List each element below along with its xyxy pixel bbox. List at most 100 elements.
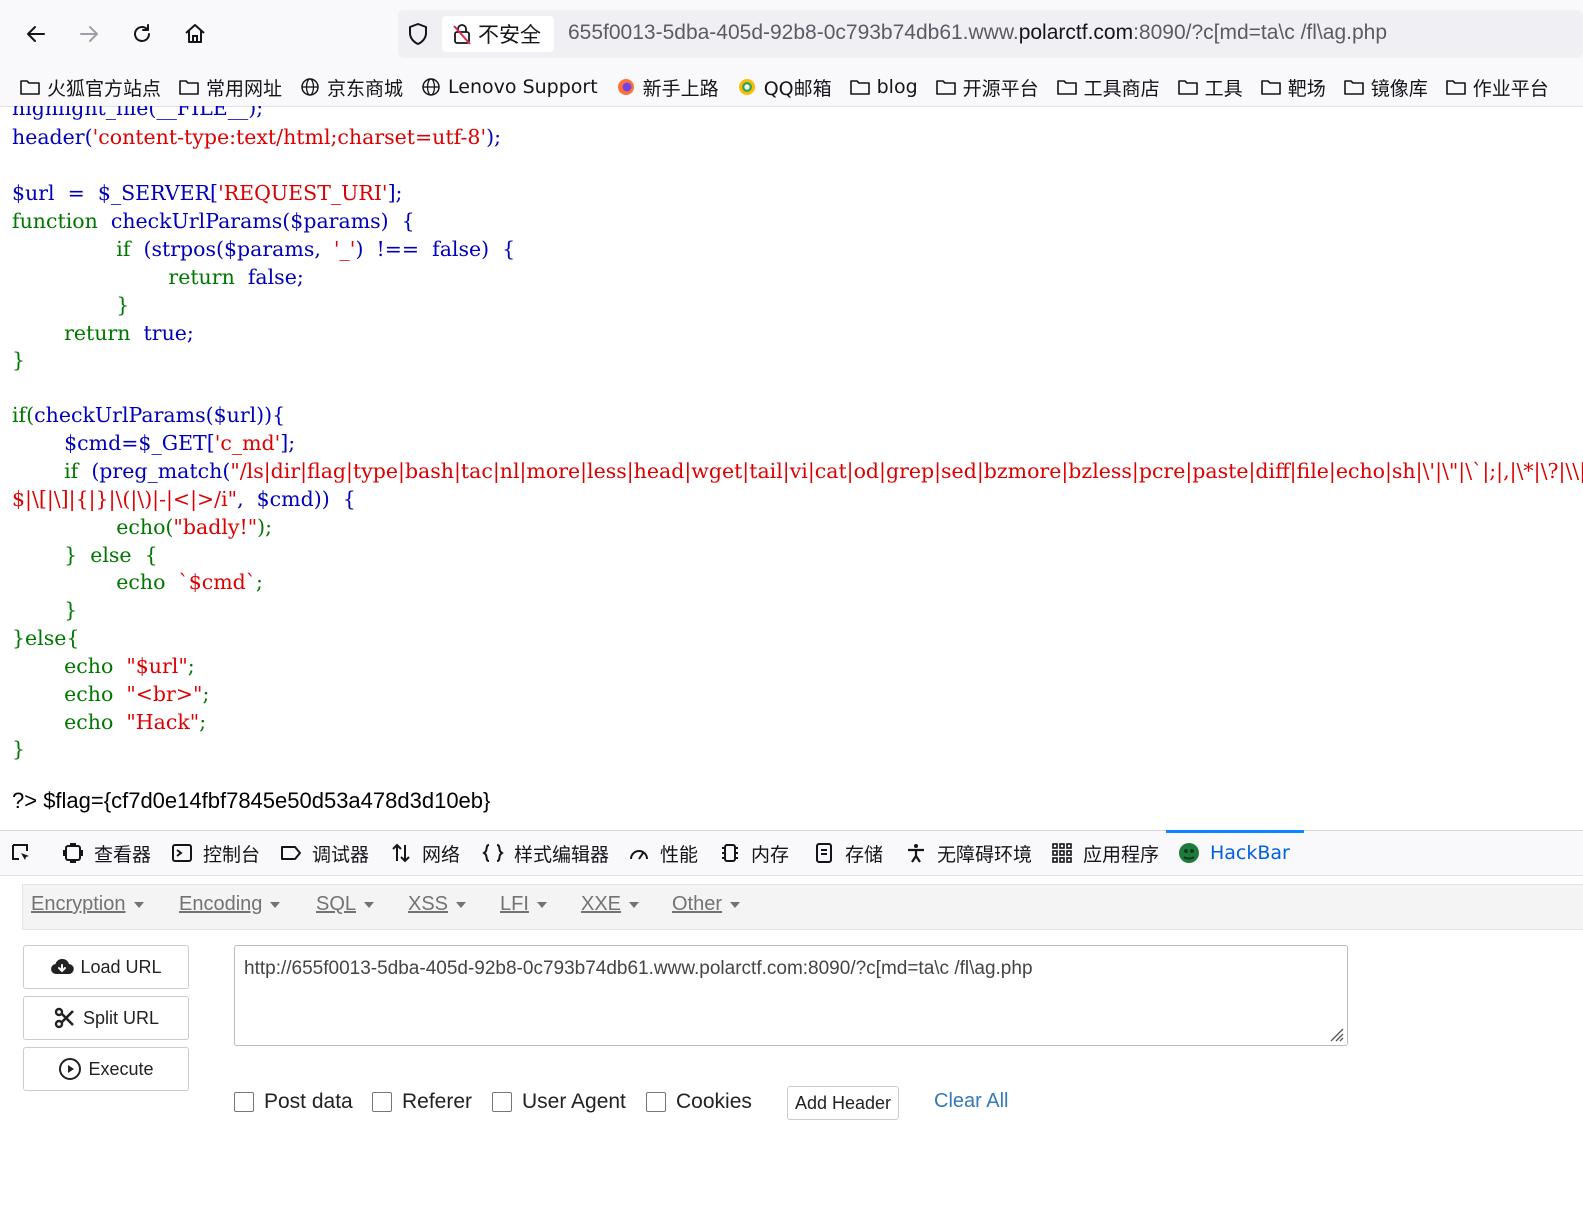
- devtools-tab[interactable]: HackBar: [1166, 830, 1304, 875]
- forward-button[interactable]: [69, 14, 109, 54]
- folder-icon: [20, 80, 40, 95]
- forward-arrow-icon: [80, 26, 98, 42]
- load-url-button[interactable]: Load URL: [23, 945, 189, 989]
- code-line: }: [12, 293, 130, 317]
- devtools-tab[interactable]: 控制台: [171, 831, 260, 875]
- back-button[interactable]: [16, 14, 56, 54]
- folder-icon: [849, 80, 870, 95]
- element-picker-button[interactable]: [10, 831, 42, 875]
- back-arrow-icon: [27, 26, 45, 42]
- devtools-tab[interactable]: 性能: [628, 831, 698, 875]
- post-data-checkbox[interactable]: Post data: [234, 1090, 353, 1114]
- bookmark-item[interactable]: 靶场: [1260, 74, 1326, 101]
- user-agent-checkbox[interactable]: User Agent: [492, 1090, 626, 1114]
- home-button[interactable]: [175, 14, 215, 54]
- devtools-tab-label: 存储: [845, 843, 884, 866]
- bookmark-label: 京东商城: [327, 77, 404, 100]
- bookmark-label: Lenovo Support: [448, 76, 598, 98]
- bookmark-item[interactable]: 镜像库: [1343, 74, 1428, 101]
- code-line: $url = $_SERVER['REQUEST_URI'];: [12, 181, 403, 205]
- clear-all-link[interactable]: Clear All: [934, 1090, 1008, 1113]
- devtools-tab-label: HackBar: [1210, 842, 1290, 864]
- bookmark-item[interactable]: 开源平台: [935, 74, 1039, 101]
- bookmark-item[interactable]: 新手上路: [616, 74, 719, 101]
- add-header-button[interactable]: Add Header: [787, 1086, 899, 1120]
- devtools-tab[interactable]: 调试器: [280, 831, 369, 875]
- storage-icon: [816, 843, 832, 863]
- hackbar-menu-item[interactable]: SQL: [316, 893, 375, 916]
- bookmark-label: 常用网址: [206, 77, 283, 100]
- bookmark-item[interactable]: 常用网址: [179, 74, 282, 101]
- devtools-tab[interactable]: 应用程序: [1051, 831, 1159, 875]
- load-url-label: Load URL: [80, 956, 162, 977]
- chevron-down-icon: [133, 901, 144, 908]
- debugger-icon: [281, 846, 301, 860]
- application-icon: [1052, 843, 1072, 863]
- url-prefix: 655f0013-5dba-405d-92b8-0c793b74db61.www…: [568, 21, 1019, 44]
- referer-checkbox[interactable]: Referer: [372, 1090, 472, 1114]
- resize-grip-icon[interactable]: [1326, 1024, 1344, 1042]
- checkbox-box[interactable]: [492, 1092, 512, 1112]
- bookmark-item[interactable]: 工具: [1177, 74, 1243, 101]
- flag-output: ?> $flag={cf7d0e14fbf7845e50d53a478d3d10…: [12, 788, 491, 813]
- url-domain: polarctf.com: [1018, 21, 1134, 44]
- cookies-checkbox[interactable]: Cookies: [646, 1090, 752, 1114]
- hackbar-menu-item[interactable]: Other: [672, 893, 741, 916]
- reload-button[interactable]: [122, 14, 162, 54]
- url-text[interactable]: 655f0013-5dba-405d-92b8-0c793b74db61.www…: [568, 21, 1387, 45]
- hackbar-menu-item[interactable]: LFI: [500, 893, 547, 916]
- bookmark-item[interactable]: 工具商店: [1056, 74, 1160, 101]
- devtools-tab[interactable]: 查看器: [62, 831, 151, 875]
- devtools-tab-label: 调试器: [312, 843, 370, 866]
- hackbar-menu-item[interactable]: XXE: [581, 893, 640, 916]
- devtools-tab[interactable]: 内存: [719, 831, 789, 875]
- code-line: }: [12, 598, 78, 622]
- bookmark-item[interactable]: 京东商城: [300, 74, 403, 101]
- bookmark-label: 作业平台: [1472, 77, 1549, 100]
- folder-icon: [1445, 80, 1466, 95]
- code-line: } else {: [12, 543, 158, 567]
- hackbar-url-input[interactable]: [234, 945, 1348, 1046]
- hackbar-menu: Encryption Encoding SQL XSS LFI XXE Other: [22, 884, 1583, 930]
- post-data-label: Post data: [264, 1090, 353, 1113]
- code-line: echo "Hack";: [12, 710, 207, 734]
- hackbar-menu-item[interactable]: Encryption: [31, 893, 144, 916]
- devtools-tab-label: 网络: [422, 843, 461, 866]
- bookmark-item[interactable]: Lenovo Support: [421, 76, 598, 98]
- bookmark-item[interactable]: 火狐官方站点: [20, 74, 161, 101]
- hackbar-menu-item[interactable]: XSS: [408, 893, 467, 916]
- code-line: highlight_file(__FILE__);: [12, 106, 264, 120]
- hackbar-menu-item[interactable]: Encoding: [179, 893, 281, 916]
- checkbox-box[interactable]: [234, 1092, 254, 1112]
- menu-label: XXE: [581, 893, 622, 915]
- devtools-tab[interactable]: 样式编辑器: [482, 831, 609, 875]
- code-line: if (preg_match("/ls|dir|flag|type|bash|t…: [12, 459, 1583, 483]
- memory-icon: [722, 844, 738, 862]
- chevron-down-icon: [270, 901, 281, 908]
- menu-label: LFI: [500, 893, 529, 915]
- code-line: return true;: [12, 321, 194, 345]
- devtools-tab[interactable]: 存储: [813, 831, 883, 875]
- devtools-tab[interactable]: 无障碍环境: [905, 831, 1032, 875]
- checkbox-box[interactable]: [646, 1092, 666, 1112]
- execute-button[interactable]: Execute: [23, 1047, 189, 1091]
- menu-label: Encryption: [31, 893, 126, 915]
- insecure-connection-button[interactable]: 不安全: [442, 16, 554, 52]
- browser-toolbar: 不安全 655f0013-5dba-405d-92b8-0c793b74db61…: [0, 0, 1583, 68]
- folder-icon: [179, 80, 199, 95]
- chevron-down-icon: [536, 901, 547, 908]
- devtools-tab-label: 控制台: [203, 843, 261, 866]
- insecure-lock-icon: [453, 24, 471, 45]
- bookmark-label: 火狐官方站点: [47, 77, 162, 100]
- devtools-tab[interactable]: 网络: [390, 831, 460, 875]
- shield-icon[interactable]: [406, 22, 430, 46]
- bookmark-item[interactable]: 作业平台: [1445, 74, 1549, 101]
- address-bar[interactable]: 不安全 655f0013-5dba-405d-92b8-0c793b74db61…: [398, 10, 1583, 58]
- chevron-down-icon: [629, 901, 640, 908]
- home-icon: [185, 24, 205, 43]
- bookmark-item[interactable]: blog: [849, 76, 918, 98]
- devtools-tab-label: 无障碍环境: [937, 843, 1033, 866]
- bookmark-item[interactable]: QQ邮箱: [737, 74, 832, 101]
- checkbox-box[interactable]: [372, 1092, 392, 1112]
- split-url-button[interactable]: Split URL: [23, 996, 189, 1040]
